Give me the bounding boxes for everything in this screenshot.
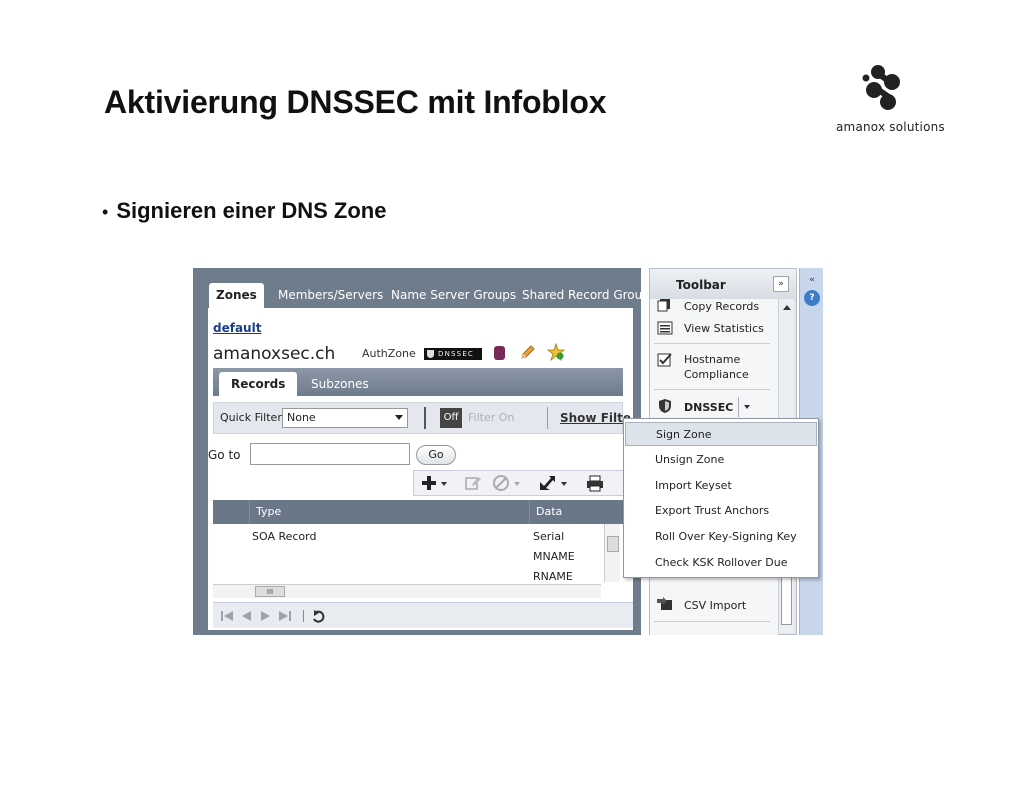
edit-pencil-icon[interactable] [519, 344, 536, 361]
toolbar-item-csv-import[interactable]: CSV Import [684, 598, 746, 613]
grid-header: Type Data [213, 500, 633, 524]
infoblox-screenshot: Zones Members/Servers Name Server Groups… [193, 268, 832, 635]
slide-title: Aktivierung DNSSEC mit Infoblox [104, 84, 607, 120]
divider [654, 621, 770, 622]
divider [547, 407, 548, 429]
chevron-down-icon [514, 482, 520, 486]
toolbar-item-dnssec[interactable]: DNSSEC [684, 400, 733, 415]
subtab-bar: Records Subzones [213, 368, 623, 396]
dnssec-badge: DNSSEC [424, 348, 482, 360]
quick-filter-label: Quick Filter [220, 411, 282, 424]
move-icon[interactable] [538, 474, 556, 492]
zone-name: amanoxsec.ch [213, 344, 336, 364]
logo-text: amanox solutions [836, 120, 945, 134]
lock-icon[interactable] [494, 346, 505, 360]
pager-bar [213, 602, 633, 628]
filter-off-toggle[interactable]: Off [440, 408, 462, 428]
toolbar-header: Toolbar » [650, 269, 796, 301]
help-icon[interactable]: ? [804, 290, 820, 306]
checkbox-icon [657, 353, 672, 367]
shield-icon [659, 399, 671, 413]
toolbar-item-copy-records[interactable]: Copy Records [684, 299, 759, 314]
csv-import-icon [657, 597, 672, 610]
expand-panel-button[interactable]: « [804, 272, 820, 288]
copy-records-icon [657, 299, 670, 312]
scroll-thumb[interactable] [607, 536, 619, 552]
bullet-text: Signieren einer DNS Zone [116, 198, 387, 223]
tab-members-servers[interactable]: Members/Servers [271, 283, 390, 308]
print-icon[interactable] [586, 474, 604, 492]
disable-icon [493, 475, 509, 491]
quick-filter-select[interactable]: None [282, 408, 408, 428]
dnssec-dropdown-menu: Sign Zone Unsign Zone Import Keyset Expo… [623, 418, 819, 578]
menu-item-roll-over-ksk[interactable]: Roll Over Key-Signing Key [625, 525, 817, 549]
favorite-star-icon[interactable] [547, 343, 565, 361]
add-icon[interactable] [420, 474, 438, 492]
go-button[interactable]: Go [416, 445, 456, 465]
grid-cell-data[interactable]: Serial [533, 530, 564, 543]
edit-icon [465, 477, 481, 490]
divider [424, 407, 426, 429]
statistics-icon [657, 321, 673, 335]
bullet-marker: • [102, 202, 109, 222]
goto-input[interactable] [250, 443, 410, 465]
menu-item-import-keyset[interactable]: Import Keyset [625, 474, 817, 498]
filter-on-toggle[interactable]: Filter On [468, 411, 514, 424]
grid-column-data[interactable]: Data [529, 500, 633, 524]
collapse-toolbar-button[interactable]: » [773, 276, 789, 292]
chevron-down-icon[interactable] [561, 482, 567, 486]
divider [738, 397, 739, 417]
shield-icon [427, 350, 434, 358]
menu-item-unsign-zone[interactable]: Unsign Zone [625, 448, 817, 472]
tab-bar: Zones Members/Servers Name Server Groups… [193, 268, 642, 308]
chevron-down-icon[interactable] [441, 482, 447, 486]
tab-shared-record-groups[interactable]: Shared Record Grou [515, 283, 649, 308]
toolbar-item-hostname[interactable]: Hostname [684, 352, 740, 367]
zones-panel: Zones Members/Servers Name Server Groups… [193, 268, 642, 635]
dnssec-badge-label: DNSSEC [438, 350, 475, 358]
grid-cell-data[interactable]: MNAME [533, 550, 575, 563]
breadcrumb-default[interactable]: default [213, 321, 261, 335]
grid-cell-type[interactable]: SOA Record [252, 530, 316, 543]
quick-filter-value: None [287, 411, 316, 424]
records-toolbar [413, 470, 633, 496]
divider [654, 343, 770, 344]
subtab-subzones[interactable]: Subzones [299, 372, 381, 396]
divider [654, 389, 770, 390]
menu-item-check-ksk-rollover[interactable]: Check KSK Rollover Due [625, 551, 817, 575]
grid-header-spacer [213, 500, 249, 524]
pager-icons [221, 610, 325, 623]
grid-column-type[interactable]: Type [249, 500, 529, 524]
show-filter-link[interactable]: Show Filte [560, 411, 631, 425]
scroll-thumb[interactable]: III [255, 586, 285, 597]
grid-cell-data[interactable]: RNAME [533, 570, 573, 583]
tab-zones[interactable]: Zones [209, 283, 264, 308]
menu-item-sign-zone[interactable]: Sign Zone [625, 422, 817, 446]
tab-name-server-groups[interactable]: Name Server Groups [384, 283, 523, 308]
zone-type: AuthZone [362, 347, 416, 360]
menu-item-export-trust-anchors[interactable]: Export Trust Anchors [625, 499, 817, 523]
scroll-up-icon[interactable] [783, 305, 791, 310]
bullet-item: • Signieren einer DNS Zone [102, 198, 386, 224]
grid-vertical-scrollbar[interactable] [604, 524, 620, 582]
toolbar-item-compliance[interactable]: Compliance [684, 367, 749, 382]
toolbar-title: Toolbar [676, 278, 726, 292]
zone-content: default amanoxsec.ch AuthZone DNSSEC Rec… [208, 308, 633, 630]
chevron-down-icon[interactable] [744, 405, 750, 409]
chevron-down-icon [395, 415, 403, 420]
toolbar-item-view-statistics[interactable]: View Statistics [684, 321, 764, 336]
subtab-records[interactable]: Records [219, 372, 298, 396]
filter-bar: Quick Filter None Off Filter On Show Fil… [213, 402, 631, 434]
grid-horizontal-scrollbar[interactable]: III [213, 584, 601, 598]
goto-label: Go to [208, 448, 241, 462]
